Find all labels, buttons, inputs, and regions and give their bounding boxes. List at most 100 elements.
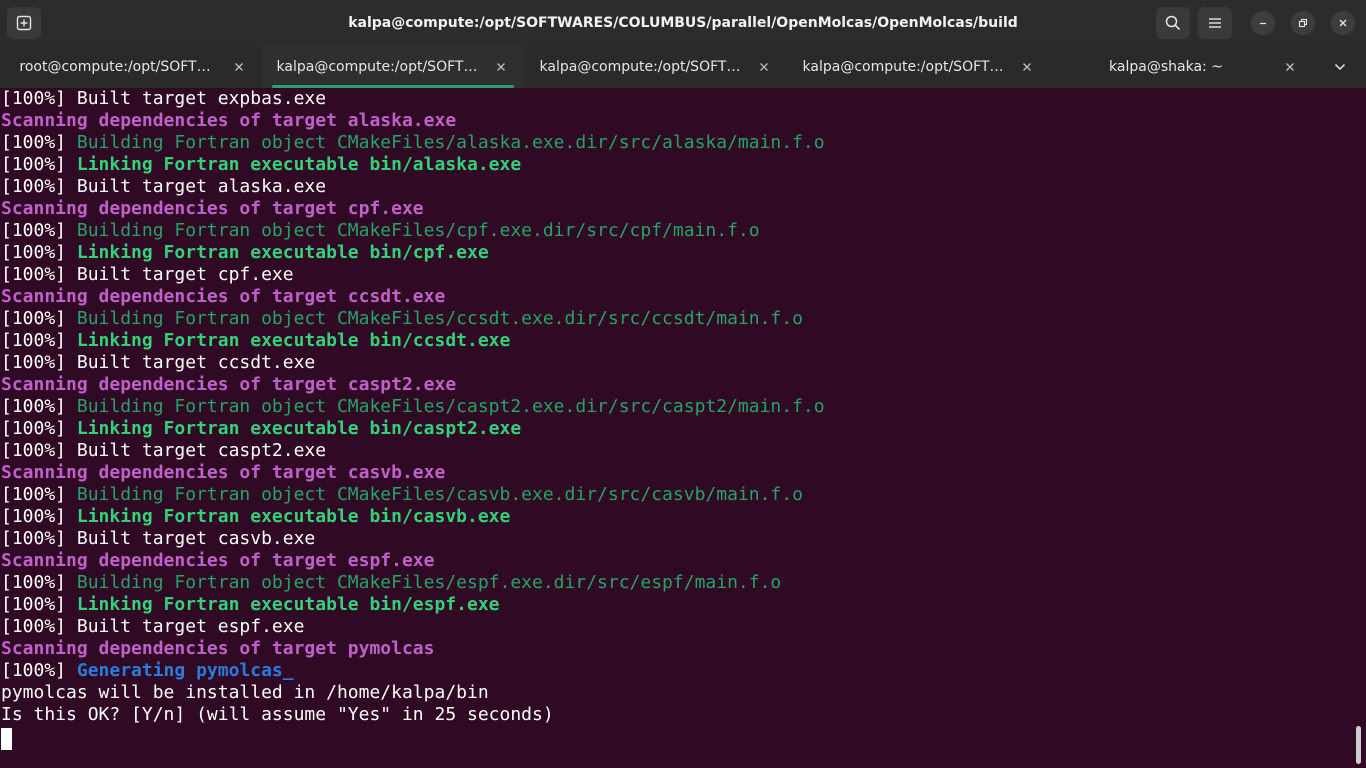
terminal-text-segment: Scanning dependencies of target alaska.e… bbox=[1, 110, 457, 131]
terminal-text-segment: Scanning dependencies of target pymolcas bbox=[1, 638, 435, 659]
terminal-text-segment: [100%] bbox=[1, 506, 77, 527]
terminal-line: [100%] Built target expbas.exe bbox=[1, 88, 326, 110]
terminal-line: pymolcas will be installed in /home/kalp… bbox=[1, 682, 489, 704]
terminal-line: [100%] Built target espf.exe bbox=[1, 616, 304, 638]
terminal-text-segment: [100%] bbox=[1, 660, 77, 681]
terminal-text-segment: Scanning dependencies of target cpf.exe bbox=[1, 198, 424, 219]
tab-root-compute[interactable]: root@compute:/opt/SOFT… bbox=[0, 46, 262, 88]
terminal-text-segment: Linking Fortran executable bin/ccsdt.exe bbox=[76, 330, 511, 351]
search-icon bbox=[1165, 15, 1181, 31]
close-icon bbox=[1023, 63, 1031, 71]
maximize-icon bbox=[1298, 18, 1308, 28]
terminal-text-segment: Linking Fortran executable bin/cpf.exe bbox=[76, 242, 489, 263]
terminal-text-segment: [100%] bbox=[1, 154, 77, 175]
tab-label: kalpa@shaka: ~ bbox=[1109, 59, 1223, 75]
tab-label: kalpa@compute:/opt/SOFT… bbox=[539, 59, 741, 75]
tab-kalpa-compute-4[interactable]: kalpa@compute:/opt/SOFT… bbox=[788, 46, 1050, 88]
terminal-text-segment: Building Fortran object CMakeFiles/caspt… bbox=[76, 396, 825, 417]
window-title: kalpa@compute:/opt/SOFTWARES/COLUMBUS/pa… bbox=[348, 15, 1018, 31]
minimize-icon bbox=[1260, 22, 1266, 25]
terminal-line: [100%] Linking Fortran executable bin/es… bbox=[1, 594, 500, 616]
terminal-line: [100%] Built target cpf.exe bbox=[1, 264, 294, 286]
terminal-line: [100%] Linking Fortran executable bin/ca… bbox=[1, 506, 510, 528]
tab-label: kalpa@compute:/opt/SOFT… bbox=[802, 59, 1004, 75]
terminal-text-segment: [100%] bbox=[1, 308, 77, 329]
terminal-text-segment: Scanning dependencies of target caspt2.e… bbox=[1, 374, 457, 395]
close-icon bbox=[760, 63, 768, 71]
terminal-output[interactable]: [100%] Built target expbas.exe Scanning d… bbox=[0, 88, 1366, 768]
terminal-text-segment: Scanning dependencies of target casvb.ex… bbox=[1, 462, 446, 483]
terminal-text-segment: [100%] bbox=[1, 594, 77, 615]
terminal-text-segment: Linking Fortran executable bin/caspt2.ex… bbox=[76, 418, 522, 439]
terminal-line: Scanning dependencies of target ccsdt.ex… bbox=[1, 286, 445, 308]
close-icon bbox=[1339, 19, 1347, 27]
terminal-text-segment: [100%] bbox=[1, 242, 77, 263]
terminal-line: [100%] Built target caspt2.exe bbox=[1, 440, 326, 462]
terminal-line: Scanning dependencies of target espf.exe bbox=[1, 550, 434, 572]
terminal-line: [100%] Building Fortran object CMakeFile… bbox=[1, 572, 781, 594]
terminal-line: Is this OK? [Y/n] (will assume "Yes" in … bbox=[1, 704, 554, 726]
terminal-text-segment: [100%] Built target caspt2.exe bbox=[1, 440, 327, 461]
terminal-text-segment: [100%] Built target alaska.exe bbox=[1, 176, 327, 197]
minimize-button[interactable] bbox=[1251, 11, 1275, 35]
tab-close-button[interactable] bbox=[492, 58, 510, 76]
terminal-text-segment: Building Fortran object CMakeFiles/alask… bbox=[76, 132, 825, 153]
tab-label: root@compute:/opt/SOFT… bbox=[19, 59, 211, 75]
close-window-button[interactable] bbox=[1331, 11, 1355, 35]
terminal-line: [100%] Generating pymolcas_ bbox=[1, 660, 294, 682]
terminal-text-segment: [100%] bbox=[1, 572, 77, 593]
tab-close-button[interactable] bbox=[230, 58, 248, 76]
close-icon bbox=[1286, 63, 1294, 71]
maximize-button[interactable] bbox=[1291, 11, 1315, 35]
terminal-text-segment: pymolcas will be installed in /home/kalp… bbox=[1, 682, 489, 703]
terminal-text-segment: [100%] bbox=[1, 220, 77, 241]
terminal-line: [100%] Linking Fortran executable bin/cc… bbox=[1, 330, 510, 352]
hamburger-menu-icon bbox=[1209, 18, 1221, 28]
close-icon bbox=[497, 63, 505, 71]
terminal-text-segment: Generating pymolcas bbox=[76, 660, 283, 681]
terminal-line: [100%] Building Fortran object CMakeFile… bbox=[1, 132, 825, 154]
terminal-text-segment: [100%] Built target espf.exe bbox=[1, 616, 305, 637]
new-tab-icon bbox=[16, 15, 32, 31]
tab-kalpa-shaka[interactable]: kalpa@shaka: ~ bbox=[1051, 46, 1313, 88]
terminal-text-segment: [100%] bbox=[1, 484, 77, 505]
terminal-line: Scanning dependencies of target caspt2.e… bbox=[1, 374, 456, 396]
terminal-text-segment: [100%] Built target cpf.exe bbox=[1, 264, 294, 285]
terminal-text-segment: Building Fortran object CMakeFiles/ccsdt… bbox=[76, 308, 803, 329]
terminal-line: [100%] Building Fortran object CMakeFile… bbox=[1, 484, 803, 506]
new-tab-button[interactable] bbox=[7, 7, 41, 39]
tab-close-button[interactable] bbox=[1281, 58, 1299, 76]
tab-kalpa-compute-3[interactable]: kalpa@compute:/opt/SOFT… bbox=[525, 46, 787, 88]
terminal-line: Scanning dependencies of target alaska.e… bbox=[1, 110, 456, 132]
scrollbar[interactable] bbox=[1356, 726, 1361, 764]
tab-kalpa-compute-active[interactable]: kalpa@compute:/opt/SOFT… bbox=[262, 46, 524, 88]
chevron-down-icon bbox=[1334, 63, 1346, 71]
menu-button[interactable] bbox=[1198, 7, 1232, 39]
terminal-line: [100%] Linking Fortran executable bin/ca… bbox=[1, 418, 521, 440]
tab-overflow-button[interactable] bbox=[1326, 56, 1354, 78]
tab-close-button[interactable] bbox=[755, 58, 773, 76]
tab-label: kalpa@compute:/opt/SOFT… bbox=[276, 59, 478, 75]
header-bar: kalpa@compute:/opt/SOFTWARES/COLUMBUS/pa… bbox=[0, 0, 1366, 46]
terminal-line: Scanning dependencies of target pymolcas bbox=[1, 638, 434, 660]
tab-bar: root@compute:/opt/SOFT… kalpa@compute:/o… bbox=[0, 46, 1366, 88]
terminal-text-segment: Building Fortran object CMakeFiles/espf.… bbox=[76, 572, 782, 593]
terminal-text-segment: [100%] Built target ccsdt.exe bbox=[1, 352, 316, 373]
terminal-text-segment: Linking Fortran executable bin/espf.exe bbox=[76, 594, 500, 615]
terminal-text-segment: _ bbox=[282, 660, 294, 681]
terminal-text-segment: Building Fortran object CMakeFiles/casvb… bbox=[76, 484, 803, 505]
terminal-line: Scanning dependencies of target cpf.exe bbox=[1, 198, 424, 220]
search-button[interactable] bbox=[1156, 7, 1190, 39]
terminal-line: [100%] Linking Fortran executable bin/cp… bbox=[1, 242, 489, 264]
terminal-line: [100%] Linking Fortran executable bin/al… bbox=[1, 154, 521, 176]
terminal-text-segment: [100%] bbox=[1, 330, 77, 351]
terminal-text-segment: [100%] bbox=[1, 396, 77, 417]
terminal-text-segment: Is this OK? [Y/n] (will assume "Yes" in … bbox=[1, 704, 554, 725]
terminal-text-segment: [100%] bbox=[1, 418, 77, 439]
text-cursor bbox=[1, 728, 12, 750]
tab-close-button[interactable] bbox=[1018, 58, 1036, 76]
terminal-text-segment: Scanning dependencies of target espf.exe bbox=[1, 550, 435, 571]
terminal-text-segment: Linking Fortran executable bin/casvb.exe bbox=[76, 506, 511, 527]
terminal-line: [100%] Built target ccsdt.exe bbox=[1, 352, 315, 374]
terminal-line: [100%] Building Fortran object CMakeFile… bbox=[1, 308, 803, 330]
